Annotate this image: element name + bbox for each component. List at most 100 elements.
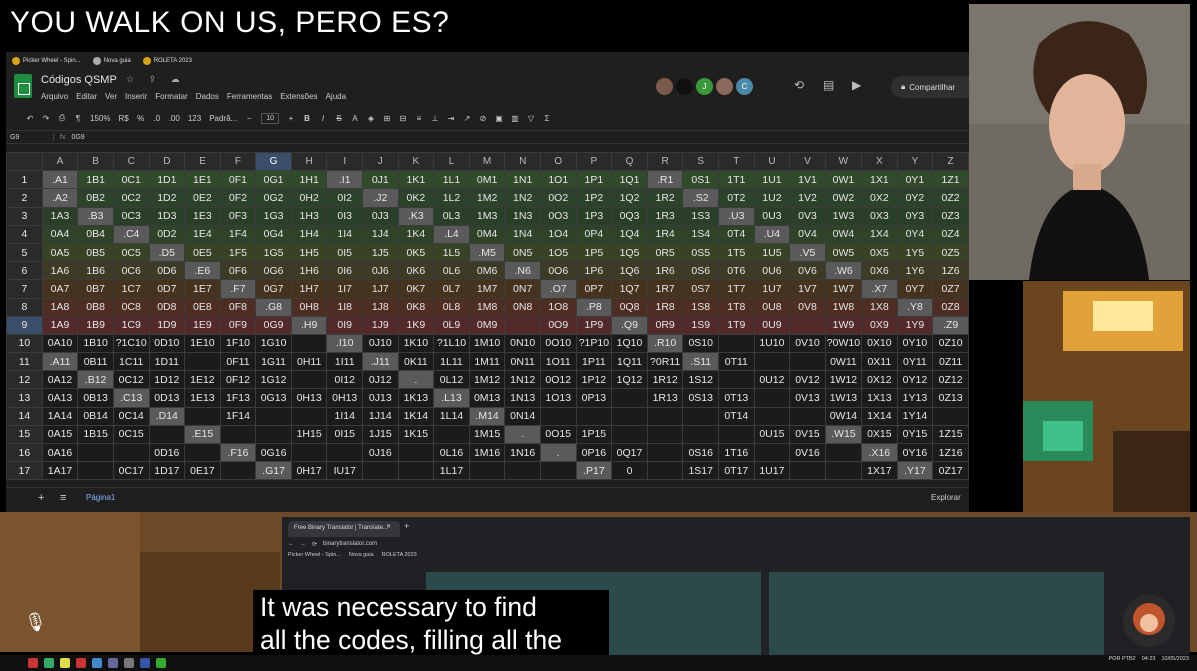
star-icon[interactable]: ☆ ⇪ ☁ — [126, 74, 186, 85]
sheet-cell[interactable]: .B3 — [77, 206, 114, 226]
sheet-cell[interactable]: 0A15 — [41, 424, 79, 445]
sheet-cell[interactable]: 1M16 — [468, 442, 506, 463]
font-select[interactable]: Padrã... — [209, 114, 237, 123]
sheet-cell[interactable]: 1P3 — [575, 206, 613, 226]
name-box[interactable]: G9 — [6, 133, 54, 141]
column-header[interactable]: U — [753, 151, 791, 172]
sheet-cell[interactable]: 0Z2 — [932, 188, 969, 208]
sheet-cell[interactable]: 0W11 — [824, 352, 863, 372]
sheet-cell[interactable]: 0C8 — [112, 297, 150, 317]
column-header[interactable]: Z — [932, 151, 969, 172]
row-header[interactable]: 13 — [6, 388, 43, 408]
sheet-cell[interactable] — [718, 424, 755, 445]
sheet-cell[interactable]: 1F4 — [219, 224, 257, 244]
sheet-cell[interactable]: 0L16 — [433, 442, 470, 463]
sheet-cell[interactable] — [682, 424, 720, 445]
link-icon[interactable]: ⊘ — [479, 114, 487, 123]
meet-icon[interactable]: ▶ — [852, 78, 861, 92]
sheet-cell[interactable]: 1N16 — [504, 442, 541, 463]
sheet-cell[interactable]: 0H13 — [290, 388, 328, 408]
menu-item[interactable]: Ferramentas — [227, 92, 272, 101]
sheet-cell[interactable]: 1T7 — [718, 279, 755, 299]
sheet-cell[interactable]: 1P5 — [575, 242, 613, 263]
sheet-cell[interactable]: 1L14 — [433, 406, 470, 426]
comment-add-icon[interactable]: ▣ — [495, 114, 503, 123]
sheet-cell[interactable]: .B12 — [77, 370, 114, 390]
sheet-cell[interactable]: 0K5 — [397, 242, 435, 263]
sheet-cell[interactable]: 1B10 — [77, 333, 114, 354]
sheet-cell[interactable]: 1Q12 — [611, 370, 648, 390]
sheet-cell[interactable]: 1Z1 — [932, 170, 969, 190]
sheet-cell[interactable]: 1P12 — [575, 370, 613, 390]
sheet-cell[interactable]: 1W9 — [824, 315, 863, 335]
close-tab-icon[interactable]: ✕ — [386, 523, 391, 530]
sheet-cell[interactable]: 0E5 — [184, 242, 221, 263]
sheet-cell[interactable]: 0I15 — [326, 424, 364, 445]
sheet-cell[interactable]: 1G10 — [255, 333, 292, 354]
sheet-cell[interactable]: 0U9 — [753, 315, 791, 335]
sheet-cell[interactable]: 0M13 — [468, 388, 506, 408]
row-header[interactable]: 15 — [6, 424, 43, 445]
sheet-cell[interactable] — [290, 442, 328, 463]
sheet-cell[interactable]: 0T2 — [718, 188, 755, 208]
sheet-cell[interactable]: 1J4 — [362, 224, 399, 244]
sheet-cell[interactable]: 1T5 — [718, 242, 755, 263]
sheet-cell[interactable]: . — [504, 424, 541, 445]
sheet-cell[interactable]: 1G5 — [255, 242, 292, 263]
sheet-cell[interactable]: 1V7 — [789, 279, 826, 299]
sheet-cell[interactable] — [789, 352, 826, 372]
sheet-cell[interactable]: 1D3 — [148, 206, 186, 226]
sheet-cell[interactable] — [611, 406, 648, 426]
sheet-cell[interactable]: 1T8 — [718, 297, 755, 317]
sheet-cell[interactable]: 0A5 — [41, 242, 79, 263]
currency-button[interactable]: R$ — [118, 114, 128, 123]
row-header[interactable]: 2 — [6, 188, 43, 208]
sheet-cell[interactable]: 0N14 — [504, 406, 541, 426]
row-header[interactable]: 11 — [6, 352, 43, 372]
sheet-cell[interactable]: 1I11 — [326, 352, 364, 372]
sheet-cell[interactable]: .Y8 — [896, 297, 934, 317]
sheet-cell[interactable]: 0G1 — [255, 170, 292, 190]
sheet-cell[interactable]: 1J14 — [362, 406, 399, 426]
function-icon[interactable]: Σ — [543, 114, 551, 123]
column-header[interactable]: K — [397, 151, 435, 172]
sheet-cell[interactable] — [539, 406, 577, 426]
sheet-cell[interactable]: .G8 — [255, 297, 292, 317]
column-header[interactable]: B — [77, 151, 114, 172]
sheet-cell[interactable]: 0G6 — [255, 261, 292, 281]
sheet-cell[interactable] — [326, 442, 364, 463]
sheet-cell[interactable]: 1L2 — [433, 188, 470, 208]
sheet-cell[interactable]: 1R13 — [646, 388, 684, 408]
sheet-cell[interactable]: 1Q2 — [611, 188, 648, 208]
sheet-cell[interactable]: 0U15 — [753, 424, 791, 445]
sheet-cell[interactable]: .U4 — [753, 224, 791, 244]
sheet-cell[interactable]: 1R12 — [646, 370, 684, 390]
sheet-cell[interactable]: 0Y11 — [896, 352, 934, 372]
sheet-cell[interactable]: 0Y4 — [896, 224, 934, 244]
sheet-cell[interactable]: .H9 — [290, 315, 328, 335]
sheet-cell[interactable]: 0N7 — [504, 279, 541, 299]
sheet-cell[interactable] — [718, 333, 755, 354]
sheet-cell[interactable]: 1K10 — [397, 333, 435, 354]
sheet-cell[interactable]: 0Y15 — [896, 424, 934, 445]
sheet-cell[interactable]: 1M11 — [468, 352, 506, 372]
sheet-cell[interactable]: 1X13 — [861, 388, 898, 408]
sheet-cell[interactable]: .A1 — [41, 170, 79, 190]
sheet-cell[interactable]: 0B7 — [77, 279, 114, 299]
sheet-cell[interactable]: 0O15 — [539, 424, 577, 445]
sheet-cell[interactable]: 0C17 — [112, 461, 150, 481]
menu-item[interactable]: Inserir — [125, 92, 147, 101]
sheet-cell[interactable]: 1I4 — [326, 224, 364, 244]
sheet-cell[interactable]: 0U8 — [753, 297, 791, 317]
sheet-cell[interactable]: 1C7 — [112, 279, 150, 299]
sheet-cell[interactable] — [219, 424, 257, 445]
sheet-cell[interactable]: 1Y14 — [896, 406, 934, 426]
sheet-cell[interactable]: 0O6 — [539, 261, 577, 281]
sheet-cell[interactable]: 1Z6 — [932, 261, 969, 281]
sheet-cell[interactable]: 1Q7 — [611, 279, 648, 299]
sheet-cell[interactable] — [646, 406, 684, 426]
bold-icon[interactable]: B — [303, 114, 311, 123]
sheet-cell[interactable]: 1E9 — [184, 315, 221, 335]
sheet-cell[interactable]: .P17 — [575, 461, 613, 481]
sheet-cell[interactable] — [77, 442, 114, 463]
